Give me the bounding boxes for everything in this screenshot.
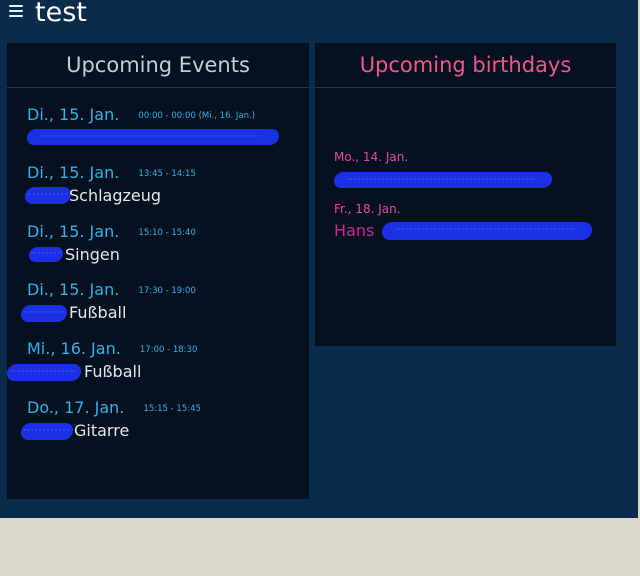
event-title: Fußball (5, 361, 297, 382)
birthday-item: Fr., 18. Jan. Hans (334, 202, 604, 242)
upcoming-events-panel: Upcoming Events Di., 15. Jan. 00:00 - 00… (5, 43, 309, 499)
event-date: Do., 17. Jan. (27, 398, 125, 417)
event-time: 17:30 - 19:00 (138, 286, 196, 296)
birthday-date: Fr., 18. Jan. (334, 202, 401, 216)
event-date: Mi., 16. Jan. (27, 339, 121, 358)
event-title: Gitarre (19, 420, 297, 441)
event-date: Di., 15. Jan. (27, 280, 120, 299)
birthday-name: Hans (334, 220, 604, 242)
event-time: 17:00 - 18:30 (139, 345, 198, 355)
event-item: Di., 15. Jan. 15:10 - 15:40 Singen (27, 222, 297, 265)
event-title: Schlagzeug (23, 185, 297, 206)
event-title: Singen (27, 244, 297, 265)
events-panel-heading: Upcoming Events (7, 43, 309, 88)
event-date: Di., 15. Jan. (27, 222, 120, 241)
redaction-mark (380, 222, 594, 240)
birthday-date: Mo., 14. Jan. (334, 150, 409, 164)
event-date: Di., 15. Jan. (27, 163, 120, 182)
birthday-name (332, 168, 604, 190)
event-item: Do., 17. Jan. 15:15 - 15:45 Gitarre (19, 398, 297, 441)
event-item: Di., 15. Jan. 17:30 - 19:00 Fußball (19, 280, 297, 323)
event-time: 13:45 - 14:15 (138, 169, 196, 179)
event-title: Fußball (19, 302, 297, 323)
event-time: 15:10 - 15:40 (138, 228, 196, 238)
event-item: Mi., 16. Jan. 17:00 - 18:30 Fußball (5, 339, 297, 382)
event-item: Di., 15. Jan. 13:45 - 14:15 Schlagzeug (23, 163, 297, 206)
event-time: 15:15 - 15:45 (143, 404, 201, 414)
hamburger-menu-icon[interactable] (9, 4, 23, 18)
top-bar: test (0, 0, 638, 34)
event-title (25, 127, 297, 148)
redaction-mark (19, 305, 69, 322)
redaction-mark (332, 172, 554, 188)
redaction-mark (27, 247, 65, 262)
event-date: Di., 15. Jan. (27, 105, 120, 124)
event-item: Di., 15. Jan. 00:00 - 00:00 (Mi., 16. Ja… (25, 105, 297, 148)
birthdays-panel-heading: Upcoming birthdays (315, 43, 616, 88)
dashboard: test Upcoming Events Di., 15. Jan. 00:00… (0, 0, 638, 518)
redaction-mark (25, 129, 281, 145)
event-time: 00:00 - 00:00 (Mi., 16. Jan.) (138, 111, 256, 121)
app-title: test (35, 0, 87, 28)
redaction-mark (23, 187, 73, 204)
birthday-item: Mo., 14. Jan. (332, 150, 604, 190)
redaction-mark (5, 364, 83, 381)
upcoming-birthdays-panel: Upcoming birthdays Mo., 14. Jan. Fr., 18… (315, 43, 616, 346)
redaction-mark (19, 423, 75, 440)
